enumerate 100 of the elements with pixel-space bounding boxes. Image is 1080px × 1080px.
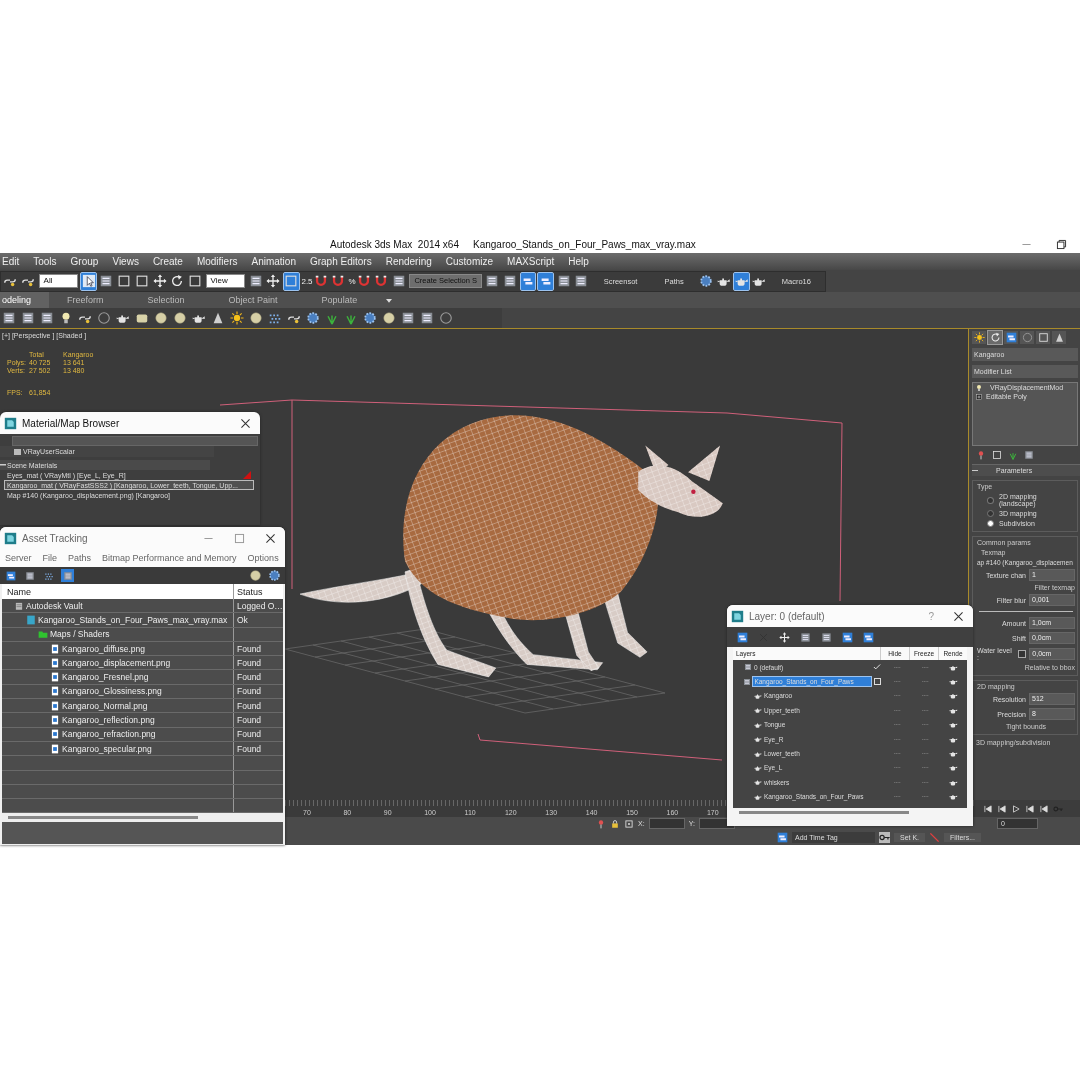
skip-icon[interactable] [1039,803,1049,814]
ribbon-tab[interactable]: Populate [303,292,384,308]
gear-icon[interactable] [306,311,320,325]
pin-icon[interactable] [976,450,986,460]
menu-item[interactable]: Animation [251,256,296,267]
skip-icon[interactable] [997,803,1007,814]
list-icon[interactable] [1024,450,1034,460]
sphere-icon[interactable] [382,311,396,325]
asset-name[interactable]: Kangaroo_specular.png [62,743,152,754]
maximize-icon[interactable] [233,531,246,545]
panel-tab[interactable] [988,331,1002,344]
menu-item[interactable]: Options [247,553,279,563]
current-layer-toggle[interactable] [873,678,881,686]
panel-tab[interactable] [1036,331,1050,344]
list-icon[interactable] [800,631,811,643]
menu-item[interactable]: Graph Editors [309,256,372,267]
search-field[interactable] [12,436,258,446]
skip-icon[interactable] [983,803,993,814]
ribbon-tab[interactable]: Freeform [49,292,130,308]
circle-icon[interactable] [97,311,111,325]
asset-name[interactable]: Kangaroo_displacement.png [62,657,171,668]
list-icon[interactable] [401,311,415,325]
asset-name[interactable]: Kangaroo_Glossiness.png [62,686,162,697]
layers-icon[interactable] [737,631,748,643]
key-icon[interactable] [879,832,890,843]
panel-tab[interactable] [972,331,986,344]
square-icon[interactable] [992,450,1002,460]
menu-item[interactable]: Group [70,256,99,267]
skip-icon[interactable] [1025,803,1035,814]
ribbon-tab[interactable]: Selection [129,292,211,308]
cone-icon[interactable] [211,311,225,325]
collapse-icon[interactable] [972,469,978,472]
asset-name[interactable]: Kangaroo_Fresnel.png [62,672,149,683]
menu-item[interactable]: Views [112,256,139,267]
close-icon[interactable] [264,531,277,545]
teapot-icon[interactable] [948,691,958,701]
menu-item[interactable]: Bitmap Performance and Memory [102,553,237,563]
view-button[interactable] [23,569,36,582]
menu-item[interactable]: File [42,553,58,563]
list-icon[interactable] [821,631,832,643]
asset-name[interactable]: Kangaroo_diffuse.png [62,643,146,654]
menu-item[interactable]: Edit [2,256,20,267]
pin-icon[interactable] [596,818,606,829]
scrollbar-thumb[interactable] [8,816,198,820]
menu-item[interactable]: MAXScript [507,256,555,267]
view-button[interactable] [4,569,17,582]
asset-name[interactable]: Kangaroo_refraction.png [62,729,156,740]
layers-icon[interactable] [842,631,853,643]
sphere-icon[interactable] [173,311,187,325]
radio-button[interactable] [987,520,994,527]
list-icon[interactable] [21,311,35,325]
menu-item[interactable]: Tools [33,256,57,267]
scrollbar-thumb[interactable] [739,810,909,814]
crosshair-icon[interactable] [624,818,634,829]
teapot-icon[interactable] [948,749,958,759]
ribbon-tab[interactable]: odeling [0,292,50,308]
layers-icon[interactable] [777,832,788,843]
gear-icon[interactable] [363,311,377,325]
toolbar-button[interactable] [152,272,168,290]
dropdown[interactable]: View [205,274,246,288]
layers-icon[interactable] [863,631,874,643]
list-icon[interactable] [420,311,434,325]
asset-name[interactable]: Kangaroo_Stands_on_Four_Paws_max_vray.max [38,614,228,625]
move-icon[interactable] [779,631,790,643]
radio-button[interactable] [987,496,994,504]
teapot-icon[interactable] [948,720,958,730]
sphere-icon[interactable] [154,311,168,325]
play-icon[interactable] [1011,803,1021,814]
lock-icon[interactable] [610,818,620,829]
restore-icon[interactable] [1055,238,1068,251]
sphere-icon[interactable] [249,311,263,325]
asset-name[interactable]: Maps / Shaders [50,629,110,640]
menu-item[interactable]: Rendering [385,256,432,267]
checkbox[interactable] [1018,650,1027,658]
asset-name[interactable]: Kangaroo_reflection.png [62,715,155,725]
toolbar-button[interactable] [698,272,714,290]
close-icon[interactable] [952,609,965,623]
toolbar-button[interactable] [265,272,281,290]
panel-tab[interactable] [1004,331,1018,344]
panel-tab[interactable] [1052,331,1066,344]
circle-icon[interactable] [439,311,453,325]
asset-name[interactable]: Autodesk Vault [26,600,83,611]
teapot-icon[interactable] [948,792,958,802]
column-header[interactable]: Status [234,584,283,599]
menu-item[interactable]: Paths [68,553,92,563]
list-icon[interactable] [2,311,16,325]
menu-item[interactable]: Modifiers [196,256,238,267]
teapot-icon[interactable] [948,763,958,773]
menu-item[interactable]: Customize [445,256,494,267]
ribbon-tab[interactable]: Object Paint [210,292,304,308]
toolbar-button[interactable] [81,272,96,290]
gear-icon[interactable] [268,569,281,582]
menu-item[interactable]: Create [152,256,183,267]
coordinate-field[interactable] [648,818,685,829]
asset-name[interactable]: Kangaroo_Normal.png [62,700,148,711]
dropdown[interactable]: All [38,274,79,288]
plant-icon[interactable] [1008,450,1018,460]
close-icon[interactable] [239,416,252,430]
list-icon[interactable] [40,311,54,325]
sun-icon[interactable] [230,311,244,325]
